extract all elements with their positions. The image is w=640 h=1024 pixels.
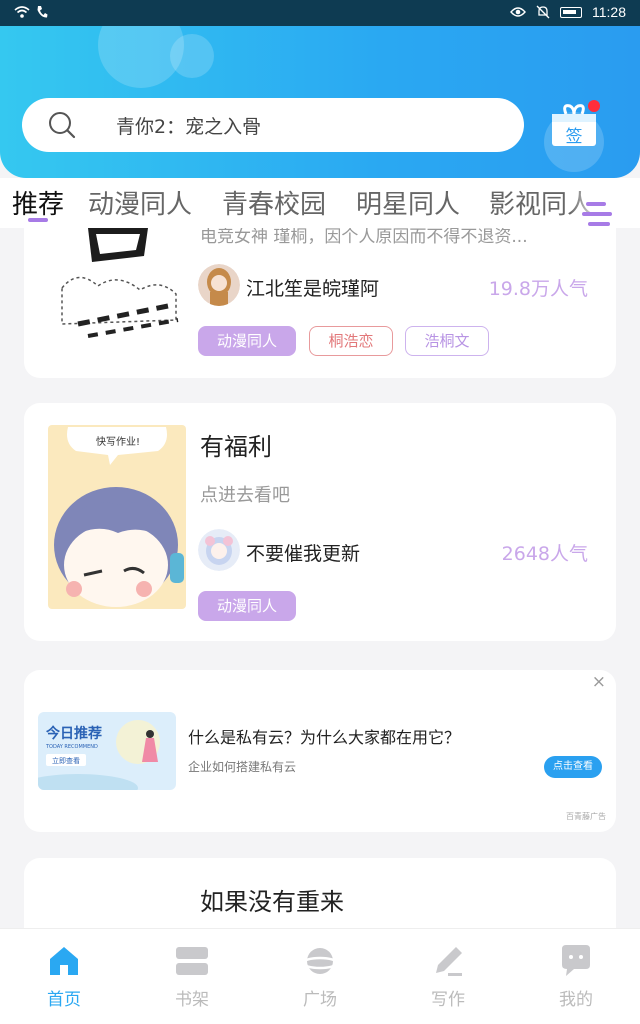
book-cover[interactable] (48, 228, 186, 338)
avatar[interactable] (198, 529, 240, 571)
header: 11:28 青你2：宠之入骨 签 (0, 0, 640, 178)
tab-anime-fanfic[interactable]: 动漫同人 (88, 184, 192, 221)
tab-active-indicator (28, 218, 48, 222)
nav-label: 书架 (175, 990, 209, 1010)
gift-sign-icon: 签 (552, 100, 600, 147)
book-cover[interactable]: 快写作业! (48, 425, 186, 609)
nav-write[interactable]: 写作 (384, 929, 512, 1024)
category-menu-button[interactable] (582, 202, 614, 230)
book-card[interactable]: 电竞女神 瑾桐，因个人原因而不得不退资... 江北笙是皖瑾阿 19.8万人气 动… (24, 227, 616, 378)
tag[interactable]: 动漫同人 (198, 591, 296, 621)
avatar[interactable] (198, 264, 240, 306)
eye-icon (510, 7, 526, 17)
tab-recommend[interactable]: 推荐 (12, 184, 64, 221)
ad-image-button: 立即查看 (52, 756, 80, 765)
tag[interactable]: 动漫同人 (198, 326, 296, 356)
chat-bubble-icon (562, 945, 590, 976)
ad-image-subtitle: TODAY RECOMMEND (45, 744, 98, 750)
popularity: 2648人气 (501, 543, 588, 565)
nav-plaza[interactable]: 广场 (256, 929, 384, 1024)
tab-youth-campus[interactable]: 青春校园 (222, 184, 326, 221)
book-description: 点进去看吧 (200, 485, 290, 506)
cover-caption: 快写作业! (96, 436, 140, 448)
sign-in-button[interactable]: 签 (546, 100, 606, 168)
search-icon (49, 112, 76, 139)
decor-bubble (170, 34, 214, 78)
ad-view-button[interactable]: 点击查看 (544, 756, 602, 778)
planet-icon (302, 948, 338, 974)
search-bar[interactable]: 青你2：宠之入骨 (22, 98, 524, 152)
close-icon[interactable]: × (592, 672, 606, 692)
status-bar: 11:28 (0, 0, 640, 26)
book-title[interactable]: 如果没有重来 (200, 882, 344, 917)
ad-subtitle: 企业如何搭建私有云 (188, 760, 297, 774)
ad-image-title: 今日推荐 (45, 725, 102, 742)
popularity: 19.8万人气 (488, 278, 588, 300)
book-card[interactable]: 快写作业! 有福利 点进去看吧 不要催我更新 2648人气 动漫同人 (24, 403, 616, 641)
mute-bell-icon (536, 5, 550, 19)
nav-home[interactable]: 首页 (0, 929, 128, 1024)
author-name[interactable]: 江北笙是皖瑾阿 (246, 274, 379, 301)
ad-image[interactable]: 今日推荐 TODAY RECOMMEND 立即查看 (38, 712, 176, 790)
ad-title[interactable]: 什么是私有云？为什么大家都在用它？ (188, 724, 460, 748)
ad-source-label: 百青藤广告 (566, 812, 606, 821)
ad-card[interactable]: × 今日推荐 TODAY RECOMMEND 立即查看 什么是私有云？为什么大家… (24, 670, 616, 832)
category-tabs: 推荐 动漫同人 青春校园 明星同人 影视同人 纯 (0, 178, 640, 228)
cover-illustration: 快写作业! (48, 425, 186, 609)
nav-mine[interactable]: 我的 (512, 929, 640, 1024)
status-time: 11:28 (592, 4, 626, 20)
cover-illustration (48, 228, 186, 338)
home-icon (50, 947, 78, 975)
book-title[interactable]: 有福利 (200, 427, 272, 462)
tag[interactable]: 桐浩恋 (309, 326, 393, 356)
sign-in-label: 签 (566, 127, 583, 147)
search-placeholder: 青你2：宠之入骨 (116, 116, 262, 138)
phone-icon (37, 6, 48, 18)
nav-label: 我的 (559, 990, 593, 1010)
tag[interactable]: 浩桐文 (405, 326, 489, 356)
battery-icon (560, 6, 582, 18)
tab-star-fanfic[interactable]: 明星同人 (356, 184, 460, 221)
nav-label: 首页 (47, 990, 81, 1010)
nav-bookshelf[interactable]: 书架 (128, 929, 256, 1024)
wifi-icon (14, 6, 30, 18)
pencil-icon (436, 947, 462, 976)
author-name[interactable]: 不要催我更新 (246, 539, 360, 566)
nav-label: 写作 (431, 990, 465, 1010)
bookshelf-icon (176, 947, 208, 975)
nav-label: 广场 (303, 990, 337, 1010)
bottom-nav: 首页 书架 广场 写作 我的 (0, 928, 640, 1024)
